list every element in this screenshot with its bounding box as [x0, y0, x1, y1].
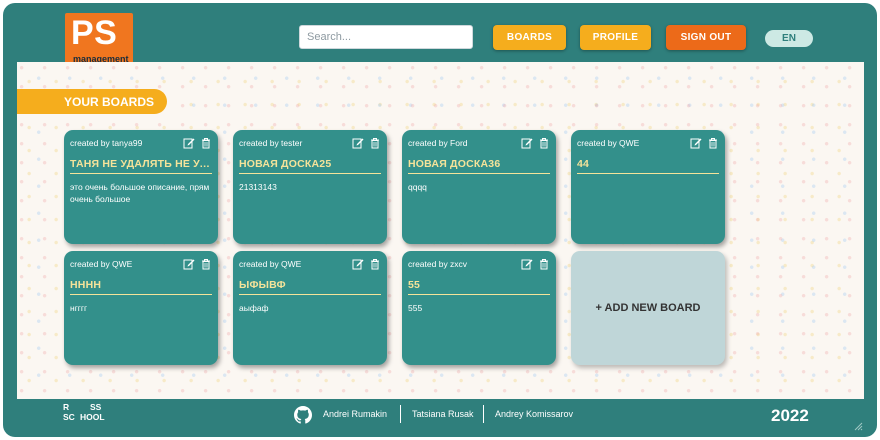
board-card[interactable]: created by tanya99 ТАНЯ НЕ УДАЛЯТЬ НЕ УД…: [64, 130, 218, 244]
board-description: аыфаф: [239, 303, 269, 313]
footer-divider: [400, 405, 401, 423]
author-link[interactable]: Andrey Komissarov: [495, 409, 573, 419]
trash-icon[interactable]: [200, 137, 212, 149]
profile-button[interactable]: PROFILE: [580, 25, 651, 50]
board-creator: created by tanya99: [70, 138, 143, 148]
author-link[interactable]: Tatsiana Rusak: [412, 409, 474, 419]
boards-area: YOUR BOARDS created by tanya99 ТАНЯ НЕ У…: [17, 62, 864, 399]
board-title: НННН: [70, 279, 212, 295]
author-link[interactable]: Andrei Rumakin: [323, 409, 387, 419]
language-toggle[interactable]: EN: [765, 30, 813, 47]
trash-icon[interactable]: [538, 258, 550, 270]
edit-icon[interactable]: [690, 137, 702, 149]
trash-icon[interactable]: [538, 137, 550, 149]
edit-icon[interactable]: [183, 137, 195, 149]
board-description: это очень большое описание, прям очень б…: [70, 182, 210, 204]
trash-icon[interactable]: [369, 258, 381, 270]
trash-icon[interactable]: [369, 137, 381, 149]
board-card[interactable]: created by tester НОВАЯ ДОСКА25 21313143: [233, 130, 387, 244]
board-creator: created by QWE: [239, 259, 302, 269]
copyright-year: 2022: [771, 406, 809, 425]
edit-icon[interactable]: [183, 258, 195, 270]
boards-button[interactable]: BOARDS: [493, 25, 566, 50]
sign-out-button[interactable]: SIGN OUT: [666, 25, 746, 50]
trash-icon[interactable]: [200, 258, 212, 270]
trash-icon[interactable]: [707, 137, 719, 149]
resize-handle-icon[interactable]: [853, 421, 863, 431]
logo-text: PS: [71, 14, 118, 52]
board-description: 21313143: [239, 182, 277, 192]
board-card[interactable]: created by QWE 44: [571, 130, 725, 244]
board-description: qqqq: [408, 182, 427, 192]
github-icon[interactable]: [294, 406, 312, 424]
board-creator: created by Ford: [408, 138, 468, 148]
board-title: ТАНЯ НЕ УДАЛЯТЬ НЕ УД...: [70, 158, 212, 174]
section-title: YOUR BOARDS: [17, 89, 167, 114]
board-creator: created by zxcv: [408, 259, 468, 269]
board-title: 55: [408, 279, 550, 295]
app-frame: PS management BOARDS PROFILE SIGN OUT EN…: [3, 3, 877, 437]
edit-icon[interactable]: [521, 258, 533, 270]
edit-icon[interactable]: [352, 137, 364, 149]
board-creator: created by QWE: [577, 138, 640, 148]
board-card[interactable]: created by QWE ЫФЫВФ аыфаф: [233, 251, 387, 365]
board-title: НОВАЯ ДОСКА25: [239, 158, 381, 174]
rs-logo-letters-hool: HOOL: [80, 412, 105, 422]
board-card[interactable]: created by zxcv 55 555: [402, 251, 556, 365]
board-creator: created by QWE: [70, 259, 133, 269]
rs-logo-letters-sc: SC: [63, 412, 75, 422]
board-card[interactable]: created by Ford НОВАЯ ДОСКА36 qqqq: [402, 130, 556, 244]
board-description: 555: [408, 303, 423, 313]
board-title: 44: [577, 158, 719, 174]
board-card[interactable]: created by QWE НННН нгггг: [64, 251, 218, 365]
rs-school-logo[interactable]: R SS SC HOOL: [63, 403, 123, 427]
footer-divider: [483, 405, 484, 423]
edit-icon[interactable]: [521, 137, 533, 149]
add-new-board-button[interactable]: + ADD NEW BOARD: [571, 251, 725, 365]
search-input[interactable]: [299, 25, 473, 49]
board-title: ЫФЫВФ: [239, 279, 381, 295]
board-description: нгггг: [70, 303, 88, 313]
rs-logo-letters-s: SS: [90, 402, 102, 412]
edit-icon[interactable]: [352, 258, 364, 270]
board-creator: created by tester: [239, 138, 303, 148]
board-title: НОВАЯ ДОСКА36: [408, 158, 550, 174]
rs-logo-letter-r: R: [63, 402, 70, 412]
